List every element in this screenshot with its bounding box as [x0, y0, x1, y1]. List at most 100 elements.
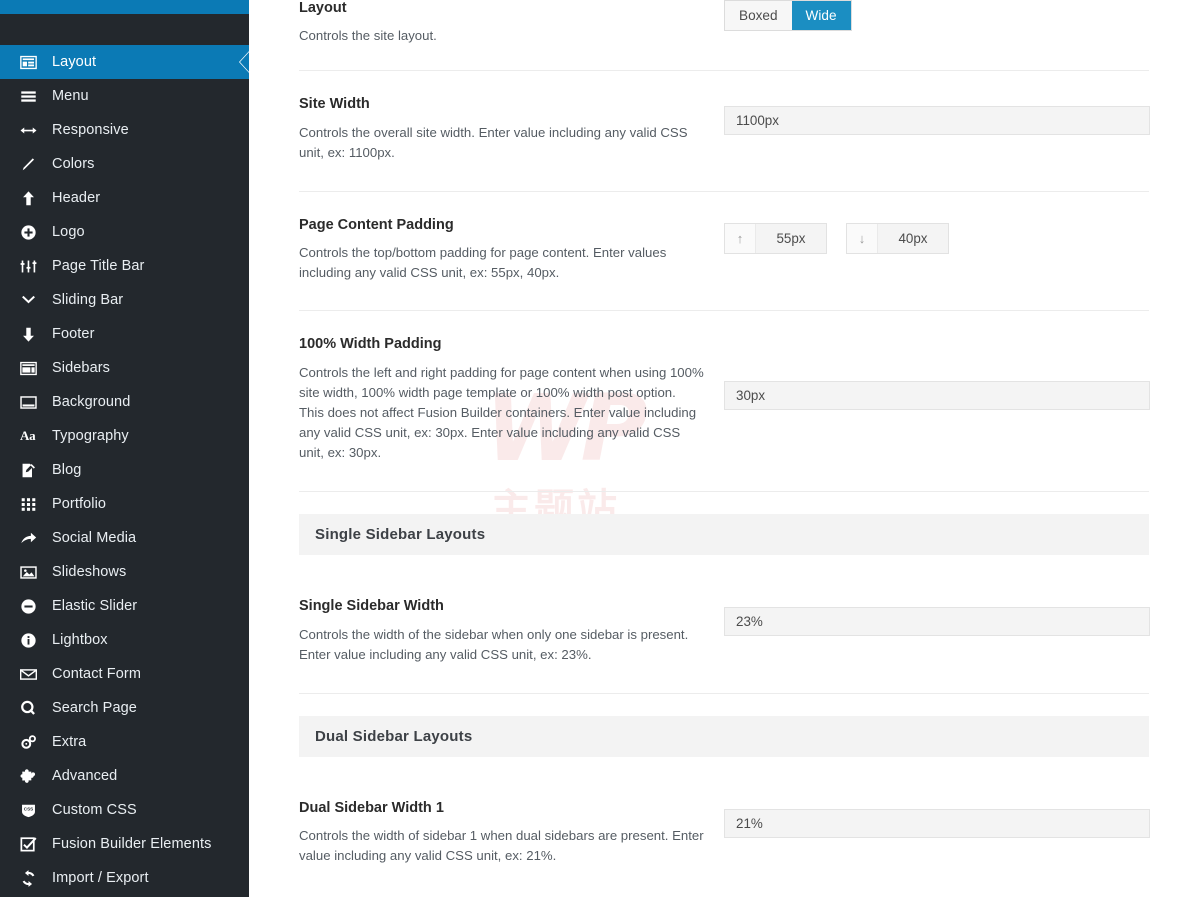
field-row-layout: Layout Controls the site layout. Boxed W… — [299, 0, 1149, 72]
layout-button-group[interactable]: Boxed Wide — [724, 0, 852, 31]
sidebar-item-label: Slideshows — [52, 563, 127, 580]
field-label-block: Single Sidebar Width Controls the width … — [299, 598, 724, 665]
field-label-block: 100% Width Padding Controls the left and… — [299, 336, 724, 463]
refresh-cycle-icon — [20, 869, 52, 887]
sidebars-icon — [20, 360, 52, 377]
sidebar-menu: Layout Menu Responsive Colors Header Logo Page… — [0, 45, 249, 895]
field-description: Controls the left and right padding for … — [299, 364, 704, 461]
plus-circle-icon — [20, 224, 52, 241]
sidebar-item-label: Sidebars — [52, 359, 111, 376]
sidebar-item-page-title-bar[interactable]: Page Title Bar — [0, 249, 249, 283]
sidebar-header-spacer — [0, 14, 249, 45]
brush-icon — [20, 156, 52, 173]
field-row-single-sidebar-width: Single Sidebar Width Controls the width … — [299, 555, 1150, 694]
sidebar-item-label: Fusion Builder Elements — [52, 835, 212, 852]
sidebar-item-footer[interactable]: Footer — [0, 317, 249, 351]
sidebar-item-label: Typography — [52, 427, 129, 444]
svg-text:CSS: CSS — [24, 806, 33, 811]
full-width-padding-input[interactable]: 30px — [724, 381, 1150, 411]
padding-bottom-value[interactable]: 40px — [878, 224, 948, 253]
sidebar-item-logo[interactable]: Logo — [0, 215, 249, 249]
active-item-pointer — [239, 50, 249, 74]
sidebar-item-typography[interactable]: Aa Typography — [0, 419, 249, 453]
field-label-block: Dual Sidebar Width 1 Controls the width … — [299, 800, 724, 867]
sidebar-item-sidebars[interactable]: Sidebars — [0, 351, 249, 385]
info-circle-icon — [20, 632, 52, 649]
sidebar-item-header[interactable]: Header — [0, 181, 249, 215]
gears-icon — [20, 734, 52, 751]
css-badge-icon: CSS — [20, 802, 52, 819]
sidebar-item-lightbox[interactable]: Lightbox — [0, 623, 249, 657]
field-description: Controls the overall site width. Enter v… — [299, 124, 688, 160]
sidebar-item-colors[interactable]: Colors — [0, 147, 249, 181]
chevron-down-icon — [20, 292, 52, 309]
sliders-icon — [20, 258, 52, 275]
single-sidebar-width-input[interactable]: 23% — [724, 607, 1150, 637]
options-content: WP 主题站 Layout Controls the site layout. … — [249, 0, 1182, 897]
menu-bars-icon — [20, 88, 52, 105]
sidebar-item-label: Colors — [52, 155, 95, 172]
sidebar-item-label: Blog — [52, 461, 82, 478]
dual-sidebar-width-1-input[interactable]: 21% — [724, 808, 1150, 838]
sidebar-item-label: Import / Export — [52, 869, 149, 886]
sidebar-item-contact-form[interactable]: Contact Form — [0, 657, 249, 691]
sidebar-item-label: Search Page — [52, 699, 137, 716]
padding-top-value[interactable]: 55px — [756, 224, 826, 253]
field-description: Controls the site layout. — [299, 28, 437, 44]
background-icon — [20, 394, 52, 411]
field-row-dual-sidebar-width-1: Dual Sidebar Width 1 Controls the width … — [299, 757, 1150, 895]
sidebar-item-portfolio[interactable]: Portfolio — [0, 487, 249, 521]
magnifier-icon — [20, 700, 52, 717]
field-title: Site Width — [299, 96, 370, 113]
arrows-horizontal-icon — [20, 122, 52, 139]
sidebar-item-blog[interactable]: Blog — [0, 453, 249, 487]
sidebar-item-background[interactable]: Background — [0, 385, 249, 419]
sidebar-item-label: Responsive — [52, 121, 129, 138]
sidebar-item-label: Sliding Bar — [52, 291, 124, 308]
sidebar-item-label: Page Title Bar — [52, 257, 145, 274]
sidebar-item-responsive[interactable]: Responsive — [0, 113, 249, 147]
sidebar-item-social-media[interactable]: Social Media — [0, 521, 249, 555]
sidebar-item-label: Layout — [52, 53, 97, 70]
sidebar-item-label: Custom CSS — [52, 801, 137, 818]
sidebar-item-layout[interactable]: Layout — [0, 45, 249, 79]
page-content-padding-controls: ↑ 55px ↓ 40px — [724, 222, 949, 254]
checkbox-icon — [20, 836, 52, 853]
sidebar-item-custom-css[interactable]: CSS Custom CSS — [0, 793, 249, 827]
field-title: 100% Width Padding — [299, 336, 442, 353]
field-control-block: ↑ 55px ↓ 40px — [724, 217, 1149, 284]
field-row-page-content-padding: Page Content Padding Controls the top/bo… — [299, 192, 1149, 312]
padding-top-field[interactable]: ↑ 55px — [724, 222, 827, 254]
share-arrow-icon — [20, 530, 52, 547]
arrow-up-icon: ↑ — [725, 223, 756, 253]
section-header-single-sidebar: Single Sidebar Layouts — [299, 514, 1149, 556]
section-header-dual-sidebar: Dual Sidebar Layouts — [299, 715, 1149, 757]
site-width-input[interactable]: 1100px — [724, 106, 1150, 136]
sidebar-item-import-export[interactable]: Import / Export — [0, 861, 249, 895]
arrow-up-icon — [20, 190, 52, 207]
sidebar-item-search-page[interactable]: Search Page — [0, 691, 249, 725]
sidebar-item-advanced[interactable]: Advanced — [0, 759, 249, 793]
field-control-block: 1100px — [724, 96, 1150, 163]
field-row-site-width: Site Width Controls the overall site wid… — [299, 71, 1150, 192]
grid-icon — [20, 496, 52, 513]
sidebar-item-sliding-bar[interactable]: Sliding Bar — [0, 283, 249, 317]
sidebar-item-label: Background — [52, 393, 131, 410]
sidebar-item-fusion-builder-elements[interactable]: Fusion Builder Elements — [0, 827, 249, 861]
field-title: Page Content Padding — [299, 216, 454, 233]
sidebar-item-label: Menu — [52, 87, 89, 104]
section-row-dual-sidebar: Dual Sidebar Layouts — [299, 694, 1149, 757]
sidebar-item-elastic-slider[interactable]: Elastic Slider — [0, 589, 249, 623]
image-icon — [20, 564, 52, 581]
layout-option-wide[interactable]: Wide — [791, 1, 851, 30]
puzzle-piece-icon — [20, 768, 52, 785]
padding-bottom-field[interactable]: ↓ 40px — [846, 222, 949, 254]
options-field-list: Layout Controls the site layout. Boxed W… — [299, 0, 1150, 895]
layout-option-boxed[interactable]: Boxed — [725, 1, 792, 30]
section-row-single-sidebar: Single Sidebar Layouts — [299, 492, 1149, 556]
pencil-note-icon — [20, 462, 52, 479]
sidebar-item-menu[interactable]: Menu — [0, 79, 249, 113]
sidebar-item-slideshows[interactable]: Slideshows — [0, 555, 249, 589]
sidebar-item-extra[interactable]: Extra — [0, 725, 249, 759]
sidebar-top-accent-bar — [0, 0, 249, 14]
